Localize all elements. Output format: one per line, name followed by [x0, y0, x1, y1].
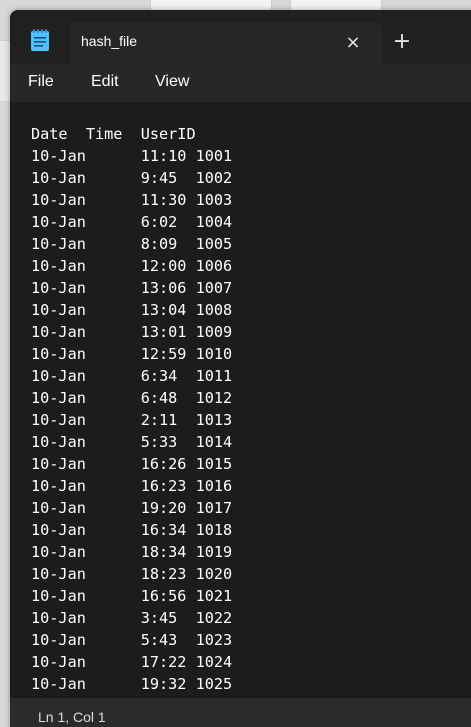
menu-file[interactable]: File: [28, 73, 54, 91]
text-line: 10-Jan 12:00 1006: [31, 257, 233, 275]
text-line: 10-Jan 17:22 1024: [31, 653, 233, 671]
desktop-background: hash_file × + File Edit View Date Time U…: [0, 0, 471, 727]
text-line: 10-Jan 5:43 1023: [31, 631, 233, 649]
text-line: 10-Jan 13:06 1007: [31, 279, 233, 297]
tab-title: hash_file: [81, 33, 138, 49]
text-line: 10-Jan 12:59 1010: [31, 345, 233, 363]
close-icon[interactable]: ×: [342, 32, 364, 54]
text-line: 10-Jan 9:45 1002: [31, 169, 233, 187]
tab-hash-file[interactable]: hash_file ×: [70, 22, 382, 64]
text-line: Date Time UserID: [31, 125, 196, 143]
status-bar: Ln 1, Col 1: [10, 698, 471, 727]
notepad-window: hash_file × + File Edit View Date Time U…: [10, 10, 471, 727]
text-line: 10-Jan 6:34 1011: [31, 367, 233, 385]
text-line: 10-Jan 3:45 1022: [31, 609, 233, 627]
text-line: 10-Jan 19:32 1025: [31, 675, 233, 693]
text-line: 10-Jan 16:56 1021: [31, 587, 233, 605]
text-line: 10-Jan 11:30 1003: [31, 191, 233, 209]
notepad-icon: [28, 28, 52, 52]
menu-edit[interactable]: Edit: [91, 73, 119, 91]
text-editor[interactable]: Date Time UserID 10-Jan 11:10 1001 10-Jan …: [10, 102, 471, 698]
text-line: 10-Jan 11:10 1001: [31, 147, 233, 165]
text-line: 10-Jan 16:26 1015: [31, 455, 233, 473]
menu-view[interactable]: View: [155, 73, 189, 91]
text-line: 10-Jan 16:23 1016: [31, 477, 233, 495]
editor-content: Date Time UserID 10-Jan 11:10 1001 10-Jan …: [31, 123, 232, 695]
text-line: 10-Jan 2:11 1013: [31, 411, 233, 429]
text-line: 10-Jan 16:34 1018: [31, 521, 233, 539]
cursor-position: Ln 1, Col 1: [38, 709, 106, 725]
text-line: 10-Jan 5:33 1014: [31, 433, 233, 451]
text-line: 10-Jan 6:48 1012: [31, 389, 233, 407]
text-line: 10-Jan 6:02 1004: [31, 213, 233, 231]
text-line: 10-Jan 13:04 1008: [31, 301, 233, 319]
text-line: 10-Jan 13:01 1009: [31, 323, 233, 341]
text-line: 10-Jan 18:23 1020: [31, 565, 233, 583]
text-line: 10-Jan 19:20 1017: [31, 499, 233, 517]
title-bar: hash_file × +: [10, 10, 471, 64]
plus-icon[interactable]: +: [390, 30, 414, 54]
text-line: 10-Jan 18:34 1019: [31, 543, 233, 561]
text-line: 10-Jan 8:09 1005: [31, 235, 233, 253]
menu-bar: File Edit View: [10, 64, 471, 102]
